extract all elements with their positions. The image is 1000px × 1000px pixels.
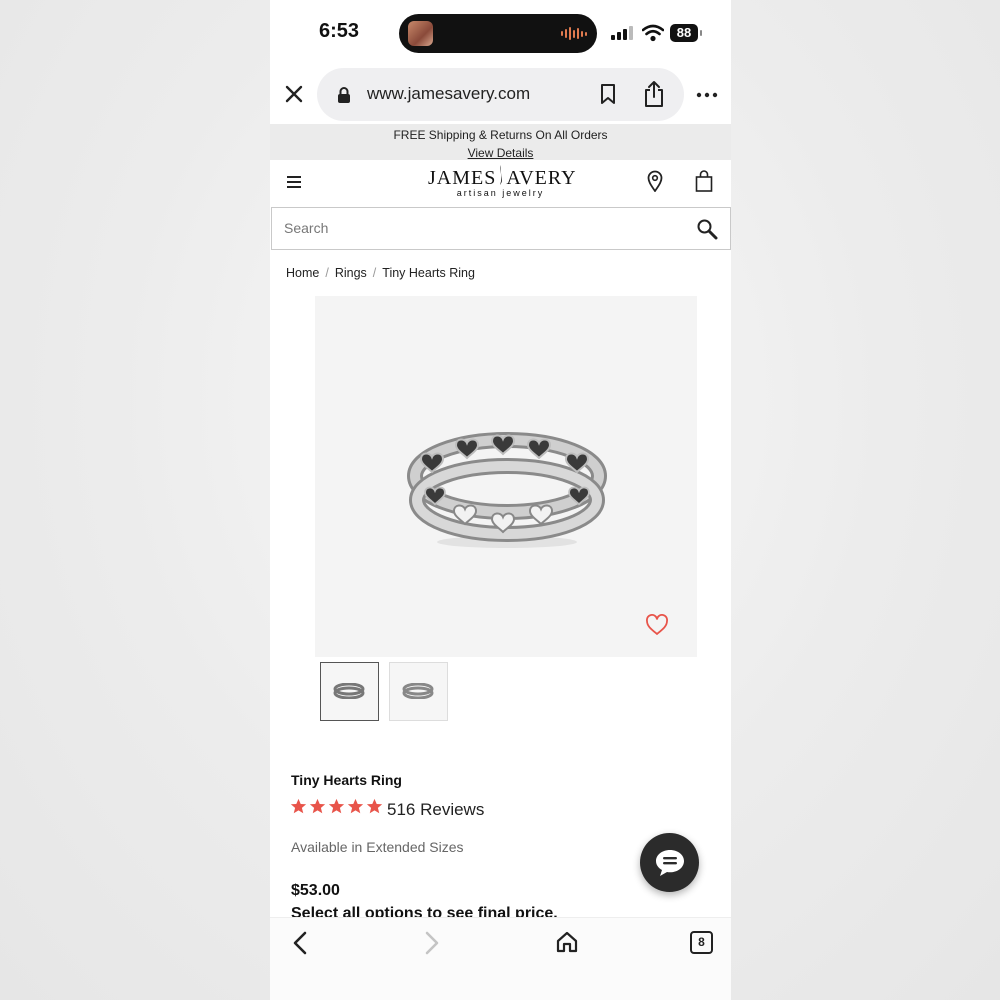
breadcrumb-current: Tiny Hearts Ring (382, 266, 475, 280)
chat-icon (656, 850, 684, 876)
breadcrumb-separator: / (325, 266, 329, 280)
favorite-heart-icon[interactable] (645, 614, 669, 636)
bookmark-icon[interactable] (599, 83, 617, 105)
logo-wordmark: JAMES AVERY (428, 164, 577, 190)
thumbnail-1[interactable] (320, 662, 379, 721)
breadcrumb-home[interactable]: Home (286, 266, 319, 280)
reviews-link[interactable]: 516 Reviews (387, 800, 484, 820)
battery-nub (700, 30, 702, 36)
now-playing-artwork (408, 21, 433, 46)
search-input[interactable] (284, 218, 664, 238)
cellular-signal-icon (611, 26, 633, 40)
phone-screen: 6:53 88 www.jamesavery.com FREE Shipping… (270, 0, 731, 1000)
ring-thumbnail (333, 683, 365, 699)
star-rating[interactable] (290, 798, 383, 815)
menu-icon[interactable] (287, 176, 301, 190)
url-text[interactable]: www.jamesavery.com (367, 84, 530, 104)
product-title: Tiny Hearts Ring (291, 772, 402, 788)
star-icon (347, 798, 364, 814)
james-avery-logo[interactable]: JAMES AVERY artisan jewelry (428, 164, 577, 204)
close-icon[interactable] (282, 82, 306, 106)
bag-icon[interactable] (695, 170, 713, 192)
flame-icon (500, 165, 503, 185)
home-icon[interactable] (555, 930, 579, 954)
ring-image (407, 432, 607, 548)
back-icon[interactable] (290, 930, 310, 956)
product-price: $53.00 (291, 882, 340, 899)
product-image[interactable] (315, 296, 697, 657)
promo-text: FREE Shipping & Returns On All Orders (393, 128, 608, 142)
wifi-icon (642, 24, 664, 42)
share-icon[interactable] (642, 80, 666, 108)
promo-banner: FREE Shipping & Returns On All Orders Vi… (270, 124, 731, 160)
more-icon[interactable] (696, 84, 718, 106)
search-bar (271, 207, 731, 250)
audio-wave-icon (561, 26, 587, 41)
availability-text: Available in Extended Sizes (291, 839, 464, 855)
battery-icon: 88 (670, 24, 698, 42)
search-icon[interactable] (696, 218, 718, 240)
breadcrumb: Home / Rings / Tiny Hearts Ring (286, 266, 475, 280)
browser-toolbar: 8 (270, 917, 731, 1000)
breadcrumb-rings[interactable]: Rings (335, 266, 367, 280)
address-bar[interactable]: www.jamesavery.com (317, 68, 684, 121)
view-details-link[interactable]: View Details (270, 146, 731, 160)
logo-word-left: JAMES (428, 167, 497, 189)
forward-icon[interactable] (422, 930, 442, 956)
star-icon (290, 798, 307, 814)
thumbnail-2[interactable] (389, 662, 448, 721)
dynamic-island[interactable] (399, 14, 597, 53)
star-icon (309, 798, 326, 814)
star-icon (328, 798, 345, 814)
status-bar: 6:53 88 (270, 0, 731, 66)
ring-thumbnail (402, 683, 434, 699)
lock-icon (338, 87, 350, 103)
chat-button[interactable] (640, 833, 699, 892)
breadcrumb-separator: / (372, 266, 377, 280)
tabs-button[interactable]: 8 (690, 931, 713, 954)
logo-word-right: AVERY (506, 167, 577, 189)
store-locator-icon[interactable] (647, 170, 663, 192)
star-icon (366, 798, 383, 814)
status-time: 6:53 (319, 20, 360, 42)
